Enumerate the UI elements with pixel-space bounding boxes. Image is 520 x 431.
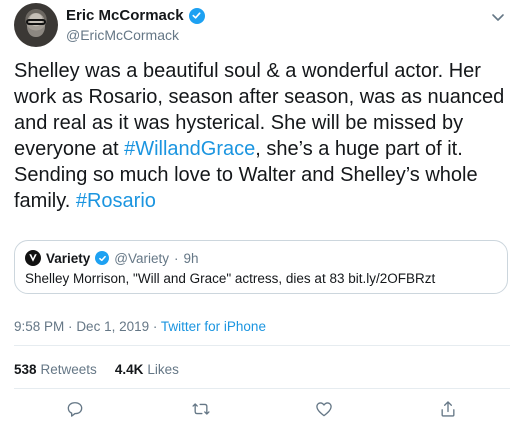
tweet-line: everyone at #WillandGrace, she’s a huge … xyxy=(14,136,510,162)
tweet-text-span: everyone at xyxy=(14,138,125,160)
like-icon[interactable] xyxy=(312,397,336,421)
tweet-line: Shelley was a beautiful soul & a wonderf… xyxy=(14,60,481,82)
tweet-source-link[interactable]: Twitter for iPhone xyxy=(161,319,266,334)
variety-logo-icon xyxy=(25,250,41,266)
avatar[interactable] xyxy=(14,3,58,47)
tweet-text-span: , she’s a huge part of it. xyxy=(255,138,463,160)
author-handle[interactable]: @EricMcCormack xyxy=(66,27,179,43)
tweet-card: Eric McCormack @EricMcCormack Shelley wa… xyxy=(0,0,520,431)
avatar-face xyxy=(27,13,45,37)
tweet-date[interactable]: Dec 1, 2019 xyxy=(76,319,149,334)
divider xyxy=(14,388,510,389)
retweets-label: Retweets xyxy=(40,362,97,377)
author-name-row: Eric McCormack xyxy=(66,7,205,24)
likes-stat[interactable]: 4.4K Likes xyxy=(115,362,179,377)
quoted-time: 9h xyxy=(183,250,199,266)
hashtag-willandgrace[interactable]: #WillandGrace xyxy=(124,138,255,160)
retweets-stat[interactable]: 538 Retweets xyxy=(14,362,97,377)
avatar-glasses xyxy=(26,19,46,25)
tweet-line: and real as it was hysterical. She will … xyxy=(14,112,464,134)
likes-count: 4.4K xyxy=(114,362,144,377)
verified-badge-icon xyxy=(188,7,205,24)
separator-dot: · xyxy=(152,319,158,334)
tweet-meta: 9:58 PM · Dec 1, 2019 · Twitter for iPho… xyxy=(14,319,266,334)
quoted-author-name: Variety xyxy=(46,250,91,266)
tweet-text: Shelley was a beautiful soul & a wonderf… xyxy=(14,58,510,214)
retweet-icon[interactable] xyxy=(189,397,213,421)
tweet-stats: 538 Retweets 4.4K Likes xyxy=(14,362,179,377)
separator-dot: · xyxy=(174,250,179,266)
retweets-count: 538 xyxy=(14,362,37,377)
chevron-down-icon[interactable] xyxy=(490,9,506,25)
share-icon[interactable] xyxy=(436,397,460,421)
quoted-tweet-header: Variety @Variety · 9h xyxy=(25,250,199,266)
author-name[interactable]: Eric McCormack xyxy=(66,7,184,24)
reply-icon[interactable] xyxy=(63,397,87,421)
divider xyxy=(14,345,510,346)
verified-badge-icon xyxy=(95,251,110,265)
likes-label: Likes xyxy=(147,362,179,377)
tweet-line: Sending so much love to Walter and Shell… xyxy=(14,164,478,186)
tweet-line: work as Rosario, season after season, wa… xyxy=(14,86,505,108)
hashtag-rosario[interactable]: #Rosario xyxy=(76,190,156,212)
tweet-line: family. #Rosario xyxy=(14,188,510,214)
tweet-time[interactable]: 9:58 PM xyxy=(14,319,64,334)
tweet-actions xyxy=(0,397,520,425)
quoted-tweet-text: Shelley Morrison, "Will and Grace" actre… xyxy=(25,271,436,286)
tweet-text-span: family. xyxy=(14,190,76,212)
quoted-tweet[interactable]: Variety @Variety · 9h Shelley Morrison, … xyxy=(14,240,508,294)
quoted-author-handle: @Variety xyxy=(114,250,170,266)
separator-dot: · xyxy=(68,319,73,334)
